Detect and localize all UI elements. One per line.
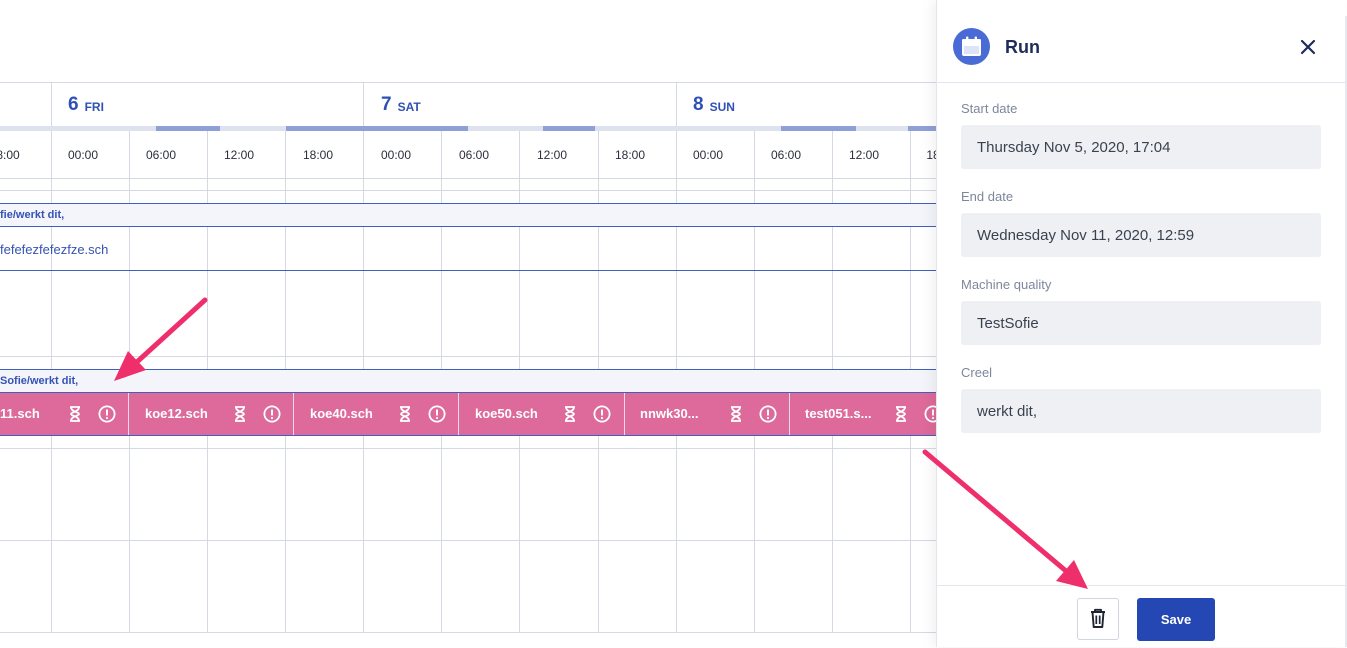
time-label: 06:00 (458, 148, 490, 162)
delete-button[interactable] (1077, 598, 1119, 640)
job-name: 11.sch (0, 406, 40, 421)
day-number: 7 (381, 94, 392, 115)
grid-line (0, 448, 936, 449)
hourglass-icon (70, 406, 80, 422)
availability-segment (543, 126, 595, 131)
grid-line (0, 82, 936, 83)
close-icon[interactable] (1297, 36, 1319, 58)
day-divider (51, 82, 52, 633)
day-number: 8 (693, 94, 704, 115)
panel-footer: Save (937, 585, 1346, 648)
job-name: koe50.sch (475, 406, 538, 421)
availability-segment (781, 126, 856, 131)
creel-value: werkt dit, (977, 402, 1038, 420)
panel-title: Run (1005, 37, 1040, 57)
warning-icon (924, 405, 936, 423)
time-label: 8:00 (0, 148, 20, 162)
day-name: SAT (397, 99, 421, 114)
warning-icon (593, 405, 611, 423)
hourglass-icon (565, 406, 575, 422)
job-name: koe40.sch (310, 406, 373, 421)
job-name: test051.s... (805, 406, 872, 421)
start-date-field[interactable]: Thursday Nov 5, 2020, 17:04 (961, 125, 1321, 169)
machine-quality-label: Machine quality (961, 277, 1052, 292)
warning-icon (759, 405, 777, 423)
time-label: 00:00 (67, 148, 99, 162)
warning-icon (428, 405, 446, 423)
start-date-value: Thursday Nov 5, 2020, 17:04 (977, 138, 1171, 156)
run-detail-panel: Run Start date Thursday Nov 5, 2020, 17:… (936, 0, 1346, 647)
band-label: Sofie/werkt dit, (0, 375, 79, 387)
time-label: 00:00 (692, 148, 724, 162)
band-label: fie/werkt dit, (0, 209, 65, 221)
end-date-value: Wednesday Nov 11, 2020, 12:59 (977, 226, 1195, 244)
grid-line (0, 356, 936, 357)
day-divider (676, 82, 677, 633)
save-button[interactable]: Save (1137, 598, 1215, 641)
job-name: koe12.sch (145, 406, 208, 421)
job-name: nnwk30... (640, 406, 699, 421)
availability-segment (908, 126, 936, 131)
creel-label: Creel (961, 365, 993, 380)
warning-icon (263, 405, 281, 423)
day-header-fri: 6 FRI (68, 84, 104, 126)
calendar-icon (953, 28, 990, 65)
hourglass-icon (400, 406, 410, 422)
end-date-label: End date (961, 189, 1014, 204)
job-block[interactable]: nnwk30... (625, 393, 790, 435)
grid-line (0, 540, 936, 541)
day-name: SUN (709, 99, 735, 114)
day-divider (363, 82, 364, 633)
hourglass-icon (896, 406, 906, 422)
job-block[interactable]: koe40.sch (294, 393, 459, 435)
hourglass-icon (731, 406, 741, 422)
warning-icon (98, 405, 116, 423)
time-label: 18 (926, 148, 936, 162)
end-date-field[interactable]: Wednesday Nov 11, 2020, 12:59 (961, 213, 1321, 257)
panel-header: Run (937, 0, 1346, 83)
lane-border (0, 270, 936, 271)
machine-quality-value: TestSofie (977, 314, 1039, 332)
availability-segment (156, 126, 220, 131)
start-date-label: Start date (961, 101, 1018, 116)
time-label: 12:00 (848, 148, 880, 162)
grid-line (0, 632, 936, 633)
day-header-sun: 8 SUN (693, 84, 735, 126)
time-label: 18:00 (614, 148, 646, 162)
machine-quality-field[interactable]: TestSofie (961, 301, 1321, 345)
grid-line (0, 190, 936, 191)
day-name: FRI (84, 99, 104, 114)
time-label: 12:00 (536, 148, 568, 162)
schedule-board: 6 FRI 7 SAT 8 SUN 8:00 00:00 06:00 12:00… (0, 0, 936, 647)
time-label: 06:00 (770, 148, 802, 162)
time-label: 00:00 (380, 148, 412, 162)
time-label: 12:00 (223, 148, 255, 162)
hourglass-icon (235, 406, 245, 422)
job-block[interactable]: koe12.sch (129, 393, 294, 435)
time-label: 18:00 (302, 148, 334, 162)
machine-band-2[interactable]: Sofie/werkt dit, (0, 369, 936, 393)
lane-file-label[interactable]: fefefezfefezfze.sch (0, 242, 108, 257)
job-row: 11.sch koe12.sch koe40.sch koe50.sch nnw… (0, 392, 936, 436)
job-block[interactable]: koe50.sch (459, 393, 625, 435)
trash-icon (1091, 608, 1105, 628)
job-block[interactable]: 11.sch (0, 393, 129, 435)
time-label: 06:00 (145, 148, 177, 162)
job-block[interactable]: test051.s... (790, 393, 936, 435)
creel-field[interactable]: werkt dit, (961, 389, 1321, 433)
day-header-sat: 7 SAT (381, 84, 421, 126)
availability-segment (286, 126, 468, 131)
machine-band-1[interactable]: fie/werkt dit, (0, 203, 936, 227)
grid-line (0, 178, 936, 179)
day-number: 6 (68, 94, 79, 115)
